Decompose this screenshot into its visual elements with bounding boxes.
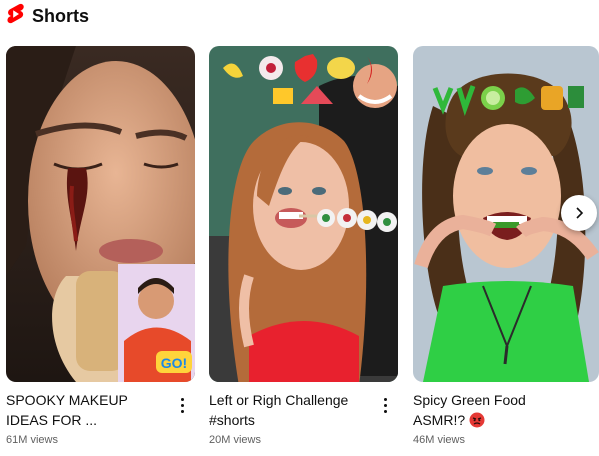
more-options-button[interactable] [173, 394, 191, 416]
video-thumbnail[interactable] [209, 46, 398, 382]
video-title[interactable]: Left or Righ Challenge #shorts [209, 390, 398, 430]
more-options-button[interactable] [376, 394, 394, 416]
view-count: 46M views [413, 434, 465, 446]
next-shorts-button[interactable] [561, 195, 597, 231]
section-title: Shorts [32, 5, 90, 26]
short-card[interactable]: Spicy Green Food ASMR!? 46M views [413, 46, 599, 446]
shorts-logo-icon [6, 3, 24, 30]
short-card[interactable]: GO! SPOOKY MAKEUP IDEAS FOR ... 61M view… [6, 46, 195, 446]
view-count: 20M views [209, 434, 261, 446]
video-title[interactable]: SPOOKY MAKEUP IDEAS FOR ... [6, 390, 195, 430]
more-vertical-icon [180, 397, 184, 401]
go-sticker: GO! [161, 355, 187, 371]
angry-face-emoji [469, 412, 485, 428]
video-thumbnail[interactable]: GO! [6, 46, 195, 382]
view-count: 61M views [6, 434, 58, 446]
shorts-section-header: Shorts [6, 3, 90, 30]
chevron-right-icon [576, 207, 584, 219]
more-vertical-icon [383, 397, 387, 401]
short-card[interactable]: Left or Righ Challenge #shorts 20M views [209, 46, 398, 446]
video-title[interactable]: Spicy Green Food ASMR!? [413, 390, 599, 430]
